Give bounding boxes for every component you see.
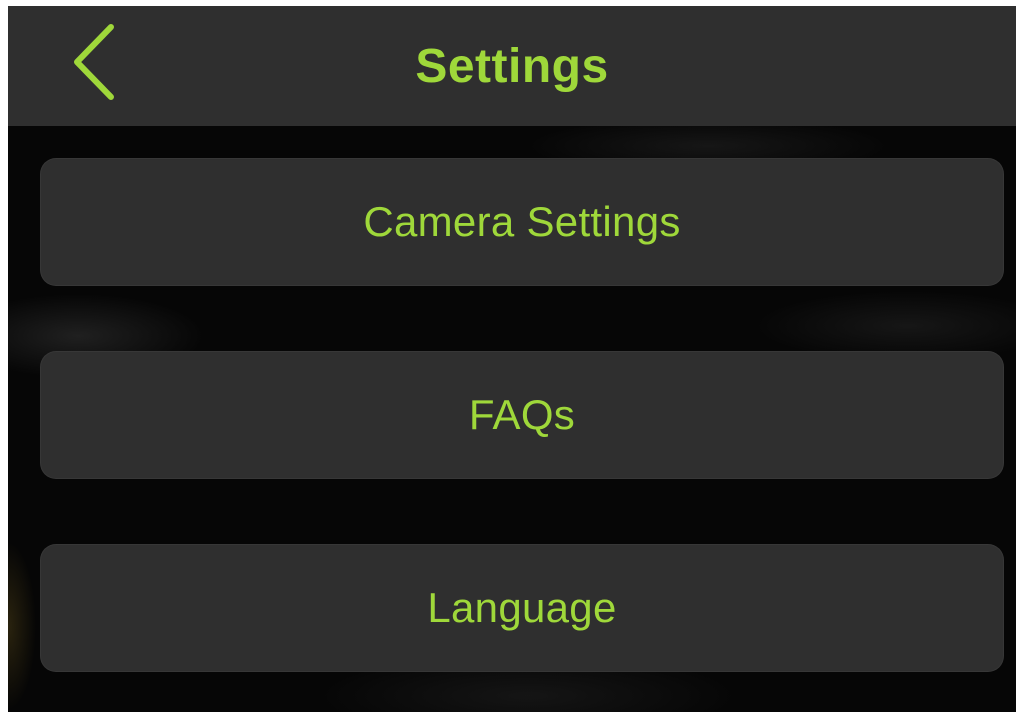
language-button[interactable]: Language xyxy=(40,544,1004,672)
menu-item-label: Camera Settings xyxy=(363,198,681,245)
menu-item-label: FAQs xyxy=(468,391,576,438)
menu-item-label: Language xyxy=(427,584,617,631)
faqs-button[interactable]: FAQs xyxy=(40,351,1004,479)
camera-settings-button[interactable]: Camera Settings xyxy=(40,158,1004,286)
chevron-left-icon xyxy=(69,23,119,106)
page-title: Settings xyxy=(415,39,609,93)
back-button[interactable] xyxy=(64,23,124,106)
navigation-bar: Settings xyxy=(8,6,1016,126)
app-screen: Settings Camera Settings FAQs Language xyxy=(8,6,1016,712)
